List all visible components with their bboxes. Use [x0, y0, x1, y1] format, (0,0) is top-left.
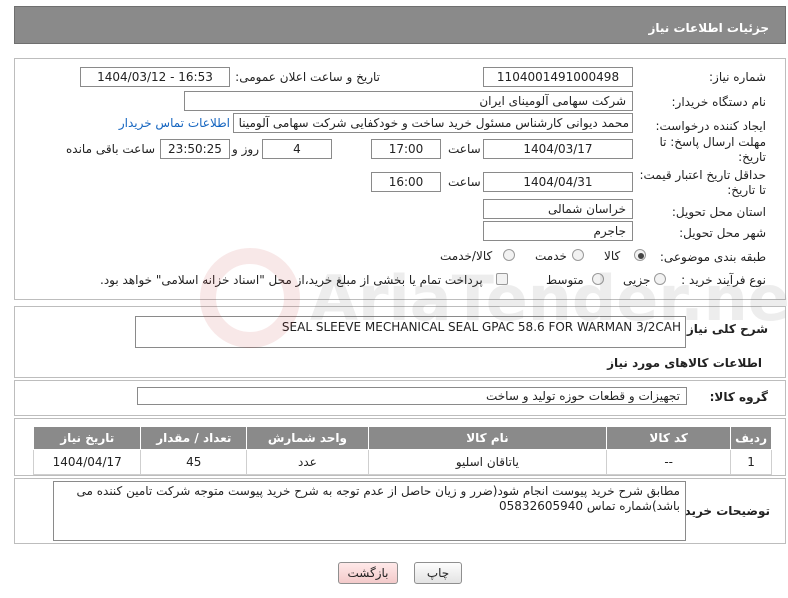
reply-days-field: 4 [262, 139, 332, 159]
announce-datetime-field: 1404/03/12 - 16:53 [80, 67, 230, 87]
province-field: خراسان شمالی [483, 199, 633, 219]
cell-code: -- [606, 449, 732, 475]
col-unit: واحد شمارش [246, 426, 369, 450]
category-radio-both[interactable] [503, 249, 515, 261]
col-name: نام کالا [367, 426, 608, 450]
need-number-field: 1104001491000498 [483, 67, 633, 87]
page-header: جزئیات اطلاعات نیاز [14, 6, 786, 44]
cell-row: 1 [730, 449, 772, 475]
category-option-both: کالا/خدمت [440, 249, 493, 263]
col-date: تاریخ نیاز [32, 426, 142, 450]
goods-group-field: تجهیزات و قطعات حوزه تولید و ساخت [137, 387, 687, 405]
description-label: شرح کلی نیاز: [682, 322, 768, 336]
category-radio-service[interactable] [572, 249, 584, 261]
city-field: جاجرم [483, 221, 633, 241]
remaining-time-label: ساعت باقی مانده [66, 142, 156, 156]
province-label: استان محل تحویل: [671, 205, 766, 219]
description-textarea[interactable]: SEAL SLEEVE MECHANICAL SEAL GPAC 58.6 FO… [135, 316, 686, 348]
treasury-note: پرداخت تمام یا بخشی از مبلغ خرید،از محل … [100, 273, 483, 287]
category-option-goods: کالا [604, 249, 621, 263]
items-table: ردیف کد کالا نام کالا واحد شمارش تعداد /… [32, 426, 772, 475]
announce-datetime-label: تاریخ و ساعت اعلان عمومی: [235, 70, 380, 84]
cell-date: 1404/04/17 [32, 449, 142, 475]
need-number-label: شماره نیاز: [709, 70, 766, 84]
reply-deadline-label: مهلت ارسال پاسخ: تا تاریخ: [659, 135, 766, 164]
purchase-type-label: نوع فرآیند خرید : [681, 273, 766, 287]
table-row: 1 -- یاتاقان اسلیو عدد 45 1404/04/17 [32, 449, 772, 475]
col-row: ردیف [730, 426, 772, 450]
buyer-notes-textarea[interactable]: مطابق شرح خرید پیوست انجام شود(ضرر و زیا… [53, 481, 686, 541]
category-option-service: خدمت [535, 249, 567, 263]
buyer-org-field: شرکت سهامی آلومینای ایران [184, 91, 633, 111]
back-button[interactable]: بازگشت [338, 562, 398, 584]
purchase-radio-medium[interactable] [592, 273, 604, 285]
col-qty: تعداد / مقدار [140, 426, 248, 450]
reply-time-label: ساعت [448, 142, 481, 156]
category-radio-goods[interactable] [634, 249, 646, 261]
col-code: کد کالا [606, 426, 732, 450]
requester-field: محمد دیوانی کارشناس مسئول خرید ساخت و خو… [233, 113, 633, 133]
requester-label: ایجاد کننده درخواست: [655, 119, 766, 133]
page-title: جزئیات اطلاعات نیاز [648, 21, 769, 35]
print-button[interactable]: چاپ [414, 562, 462, 584]
items-table-header-row: ردیف کد کالا نام کالا واحد شمارش تعداد /… [32, 426, 772, 450]
purchase-radio-minor[interactable] [654, 273, 666, 285]
price-validity-time-field: 16:00 [371, 172, 441, 192]
city-label: شهر محل تحویل: [679, 226, 766, 240]
buyer-notes-text: مطابق شرح خرید پیوست انجام شود(ضرر و زیا… [76, 484, 680, 513]
price-validity-label: حداقل تاریخ اعتبار قیمت: تا تاریخ: [639, 168, 766, 197]
cell-name: یاتاقان اسلیو [367, 449, 608, 475]
reply-deadline-time-field: 17:00 [371, 139, 441, 159]
buyer-contact-link[interactable]: اطلاعات تماس خریدار [119, 116, 230, 130]
price-time-label: ساعت [448, 175, 481, 189]
reply-days-label: روز و [232, 142, 259, 156]
description-text: SEAL SLEEVE MECHANICAL SEAL GPAC 58.6 FO… [281, 320, 681, 334]
cell-qty: 45 [140, 449, 248, 475]
treasury-checkbox[interactable] [496, 273, 508, 285]
purchase-option-medium: متوسط [546, 273, 584, 287]
goods-group-label: گروه کالا: [709, 390, 768, 404]
buyer-org-label: نام دستگاه خریدار: [671, 95, 767, 109]
reply-deadline-date-field: 1404/03/17 [483, 139, 633, 159]
category-label: طبقه بندی موضوعی: [659, 250, 766, 264]
price-validity-date-field: 1404/04/31 [483, 172, 633, 192]
purchase-option-minor: جزیی [623, 273, 651, 287]
goods-info-title: اطلاعات کالاهای مورد نیاز [607, 356, 762, 370]
cell-unit: عدد [246, 449, 369, 475]
remaining-time-field: 23:50:25 [160, 139, 230, 159]
